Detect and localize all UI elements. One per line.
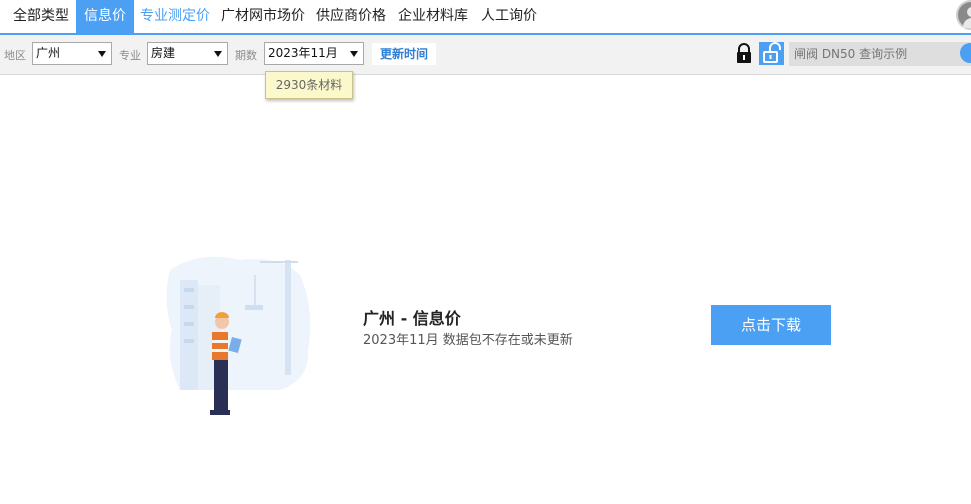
- filter-bar: 地区 广州 专业 房建 期数 2023年11月 更新时间: [0, 35, 971, 75]
- unlock-icon[interactable]: [759, 42, 784, 65]
- tab-enterprise-materials[interactable]: 企业材料库: [398, 0, 468, 33]
- update-time-button[interactable]: 更新时间: [372, 43, 436, 65]
- tab-market-price[interactable]: 广材网市场价: [221, 0, 305, 33]
- dropdown-arrow-icon: [98, 51, 106, 57]
- empty-state-message: 2023年11月 数据包不存在或未更新: [363, 333, 573, 348]
- tab-professional-price[interactable]: 专业测定价: [140, 0, 210, 33]
- region-select[interactable]: 广州: [32, 42, 112, 65]
- region-value: 广州: [36, 46, 61, 60]
- tab-all-types[interactable]: 全部类型: [8, 0, 74, 33]
- category-tab-bar: 全部类型 信息价 专业测定价 广材网市场价 供应商价格 企业材料库 人工询价: [0, 0, 971, 35]
- period-value: 2023年11月: [268, 46, 338, 60]
- period-select[interactable]: 2023年11月: [264, 42, 364, 65]
- search-input[interactable]: [789, 42, 971, 66]
- empty-state-title: 广州 - 信息价: [363, 309, 461, 328]
- region-label: 地区: [4, 49, 26, 62]
- tab-labor-inquiry[interactable]: 人工询价: [481, 0, 537, 33]
- profession-select[interactable]: 房建: [147, 42, 228, 65]
- profession-value: 房建: [151, 46, 176, 60]
- material-count-tooltip: 2930条材料: [265, 71, 353, 99]
- period-label: 期数: [235, 49, 257, 62]
- download-button[interactable]: 点击下载: [711, 305, 831, 345]
- worker-illustration: [160, 250, 320, 420]
- tab-info-price[interactable]: 信息价: [76, 0, 134, 33]
- profession-label: 专业: [119, 49, 141, 62]
- lock-icon[interactable]: [733, 42, 755, 65]
- tab-supplier-price[interactable]: 供应商价格: [316, 0, 386, 33]
- dropdown-arrow-icon: [350, 51, 358, 57]
- user-avatar-icon[interactable]: [956, 0, 971, 30]
- dropdown-arrow-icon: [214, 51, 222, 57]
